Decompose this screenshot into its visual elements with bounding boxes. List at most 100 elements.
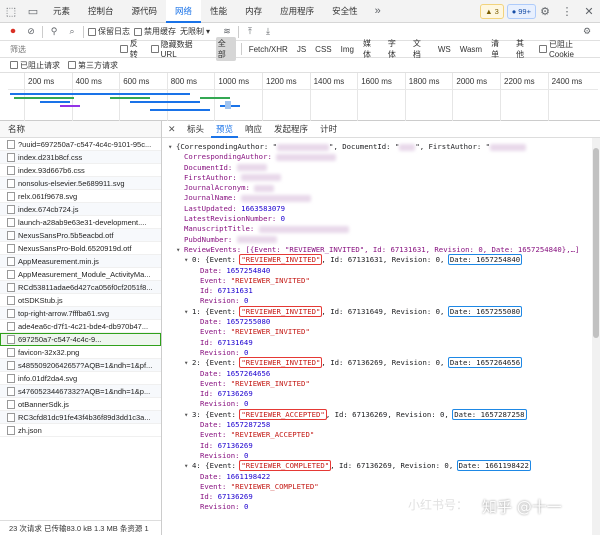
review-event-date: Date: 1657287258 (162, 420, 592, 430)
request-row[interactable]: favicon-32x32.png (0, 346, 161, 359)
request-row[interactable]: s47605234467332?AQB=1&ndh=1&p... (0, 385, 161, 398)
issues-badge[interactable]: ● 99+ (506, 4, 536, 19)
blocked-cookies-checkbox[interactable]: 已阻止 Cookie (539, 39, 600, 59)
request-row[interactable]: s48550920642657?AQB=1&ndh=1&pf... (0, 359, 161, 372)
request-row[interactable]: NexusSansPro.5b5eacbd.otf (0, 229, 161, 242)
request-row[interactable]: AppMeasurement.min.js (0, 255, 161, 268)
collapse-arrow-icon[interactable]: ▾ (184, 410, 192, 420)
tab-memory[interactable]: 内存 (236, 0, 271, 23)
detail-tab-headers[interactable]: 标头 (182, 121, 209, 138)
review-event-summary[interactable]: ▾ 1: {Event: "REVIEWER_INVITED", Id: 6713… (162, 305, 592, 317)
search-icon[interactable]: ⌕ (65, 26, 79, 37)
preview-scrollbar[interactable] (592, 138, 600, 535)
tab-elements[interactable]: 元素 (44, 0, 79, 23)
tab-performance[interactable]: 性能 (201, 0, 236, 23)
request-row[interactable]: zh.json (0, 424, 161, 437)
disable-cache-checkbox[interactable]: 禁用缓存 (134, 26, 176, 37)
collapse-arrow-icon[interactable]: ▾ (184, 461, 192, 471)
detail-tab-response[interactable]: 响应 (240, 121, 267, 138)
review-event-summary[interactable]: ▾ 4: {Event: "REVIEWER_COMPLETED", Id: 67… (162, 460, 592, 472)
checkbox-box[interactable] (119, 45, 128, 53)
import-har-icon[interactable]: ⤒ (243, 26, 257, 37)
request-row[interactable]: info.01df2da4.svg (0, 372, 161, 385)
export-har-icon[interactable]: ⤓ (261, 26, 275, 37)
checkbox-box[interactable] (68, 61, 76, 69)
network-settings-icon[interactable]: ⚙ (580, 26, 594, 37)
scrollbar-thumb[interactable] (593, 148, 599, 338)
request-row[interactable]: ade4ea6c-d7f1-4c21-bde4-db970b47... (0, 320, 161, 333)
tab-security[interactable]: 安全性 (323, 0, 367, 23)
collapse-arrow-icon[interactable]: ▾ (184, 307, 192, 317)
request-row[interactable]: NexusSansPro-Bold.6520919d.otf (0, 242, 161, 255)
request-row[interactable]: launch-a28ab9e63e31-development.... (0, 216, 161, 229)
json-review-events-line[interactable]: ▾ ReviewEvents: [{Event: "REVIEWER_INVITE… (162, 245, 592, 255)
invert-checkbox[interactable]: 反转 (119, 38, 146, 60)
collapse-arrow-icon[interactable]: ▾ (184, 358, 192, 368)
preserve-log-checkbox[interactable]: 保留日志 (88, 26, 130, 37)
type-filter-js[interactable]: JS (295, 44, 308, 55)
blocked-requests-checkbox[interactable]: 已阻止请求 (10, 60, 60, 71)
request-row[interactable]: RC3cfd81dc91fe43f4b36f89d3dd1c3a... (0, 411, 161, 424)
type-filter-css[interactable]: CSS (313, 44, 333, 55)
settings-gear-icon[interactable]: ⚙ (534, 0, 556, 22)
checkbox-box[interactable] (150, 45, 159, 53)
checkbox-box[interactable] (10, 61, 18, 69)
network-conditions-icon[interactable]: ≋ (220, 26, 234, 37)
inspect-element-icon[interactable]: ⬚ (0, 0, 22, 22)
event-revision-key: Revision: (200, 296, 244, 306)
json-root-line[interactable]: ▾ {CorrespondingAuthor: " ", DocumentId: "… (162, 142, 592, 152)
filter-icon[interactable]: ⚲ (47, 26, 61, 37)
type-filter-ws[interactable]: WS (436, 44, 453, 55)
tab-console[interactable]: 控制台 (79, 0, 123, 23)
warnings-badge[interactable]: ▲ 3 (480, 4, 504, 19)
request-row[interactable]: top-right-arrow.7fffba61.svg (0, 307, 161, 320)
request-row[interactable]: otSDKStub.js (0, 294, 161, 307)
more-tabs-icon[interactable]: » (367, 0, 389, 22)
clear-icon[interactable]: ⊘ (24, 26, 38, 37)
detail-tab-preview[interactable]: 预览 (211, 121, 239, 138)
collapse-arrow-icon[interactable]: ▾ (184, 255, 192, 265)
request-row[interactable]: index.674cb724.js (0, 203, 161, 216)
event-date-key: Date: (200, 471, 227, 481)
review-event-summary[interactable]: ▾ 2: {Event: "REVIEWER_INVITED", Id: 6713… (162, 357, 592, 369)
type-filter-wasm[interactable]: Wasm (458, 44, 484, 55)
request-row[interactable]: index.93d667b6.css (0, 164, 161, 177)
network-overview-timeline[interactable]: 200 ms 400 ms 600 ms 800 ms 1000 ms 1200 ms 14… (0, 73, 600, 121)
checkbox-box[interactable] (88, 27, 96, 36)
close-detail-icon[interactable]: ✕ (168, 124, 180, 135)
review-event-summary[interactable]: ▾ 3: {Event: "REVIEWER_ACCEPTED", Id: 671… (162, 408, 592, 420)
collapse-arrow-icon[interactable]: ▾ (176, 245, 184, 255)
request-row[interactable]: 697250a7-c547-4c4c-9... (0, 333, 161, 346)
record-stop-icon[interactable]: ⏺ (6, 26, 20, 37)
request-row[interactable]: nonsolus-elsevier.5e689911.svg (0, 177, 161, 190)
type-filter-fetch-xhr[interactable]: Fetch/XHR (247, 44, 290, 55)
review-event-summary[interactable]: ▾ 0: {Event: "REVIEWER_INVITED", Id: 6713… (162, 254, 592, 266)
throttling-select[interactable]: 无限制 ▾ (180, 26, 210, 37)
request-row[interactable]: relx.061f9678.svg (0, 190, 161, 203)
tab-network[interactable]: 网络 (166, 0, 202, 23)
request-row[interactable]: ?uuid=697250a7-c547-4c4c-9101-95c... (0, 138, 161, 151)
tab-application[interactable]: 应用程序 (271, 0, 323, 23)
collapse-arrow-icon[interactable]: ▾ (168, 142, 176, 152)
request-row[interactable]: RCd53811adae6d427ca056f0cf2051f8... (0, 281, 161, 294)
name-column-header[interactable]: 名称 (0, 121, 161, 138)
detail-tab-initiator[interactable]: 发起程序 (269, 121, 313, 138)
checkbox-box[interactable] (134, 27, 142, 36)
customize-menu-icon[interactable]: ⋮ (556, 0, 578, 22)
request-row[interactable]: index.d231b8cf.css (0, 151, 161, 164)
request-row[interactable]: otBannerSdk.js (0, 398, 161, 411)
request-name: otSDKStub.js (18, 295, 63, 305)
hide-data-urls-checkbox[interactable]: 隐藏数据 URL (150, 39, 211, 59)
event-id-inline: , Id: 67131631, Revision: 0, (321, 255, 449, 265)
detail-tab-timing[interactable]: 计时 (315, 121, 342, 138)
type-filter-img[interactable]: Img (339, 44, 356, 55)
close-devtools-icon[interactable]: ✕ (578, 0, 600, 22)
tab-sources[interactable]: 源代码 (123, 0, 167, 23)
device-toolbar-icon[interactable]: ▭ (22, 0, 44, 22)
third-party-checkbox[interactable]: 第三方请求 (68, 60, 118, 71)
checkbox-box[interactable] (539, 45, 547, 53)
filter-input[interactable]: 筛选 (10, 44, 115, 55)
request-row[interactable]: AppMeasurement_Module_ActivityMa... (0, 268, 161, 281)
xiaohongshu-watermark: 小红书号： (408, 498, 469, 512)
file-icon (7, 243, 15, 253)
